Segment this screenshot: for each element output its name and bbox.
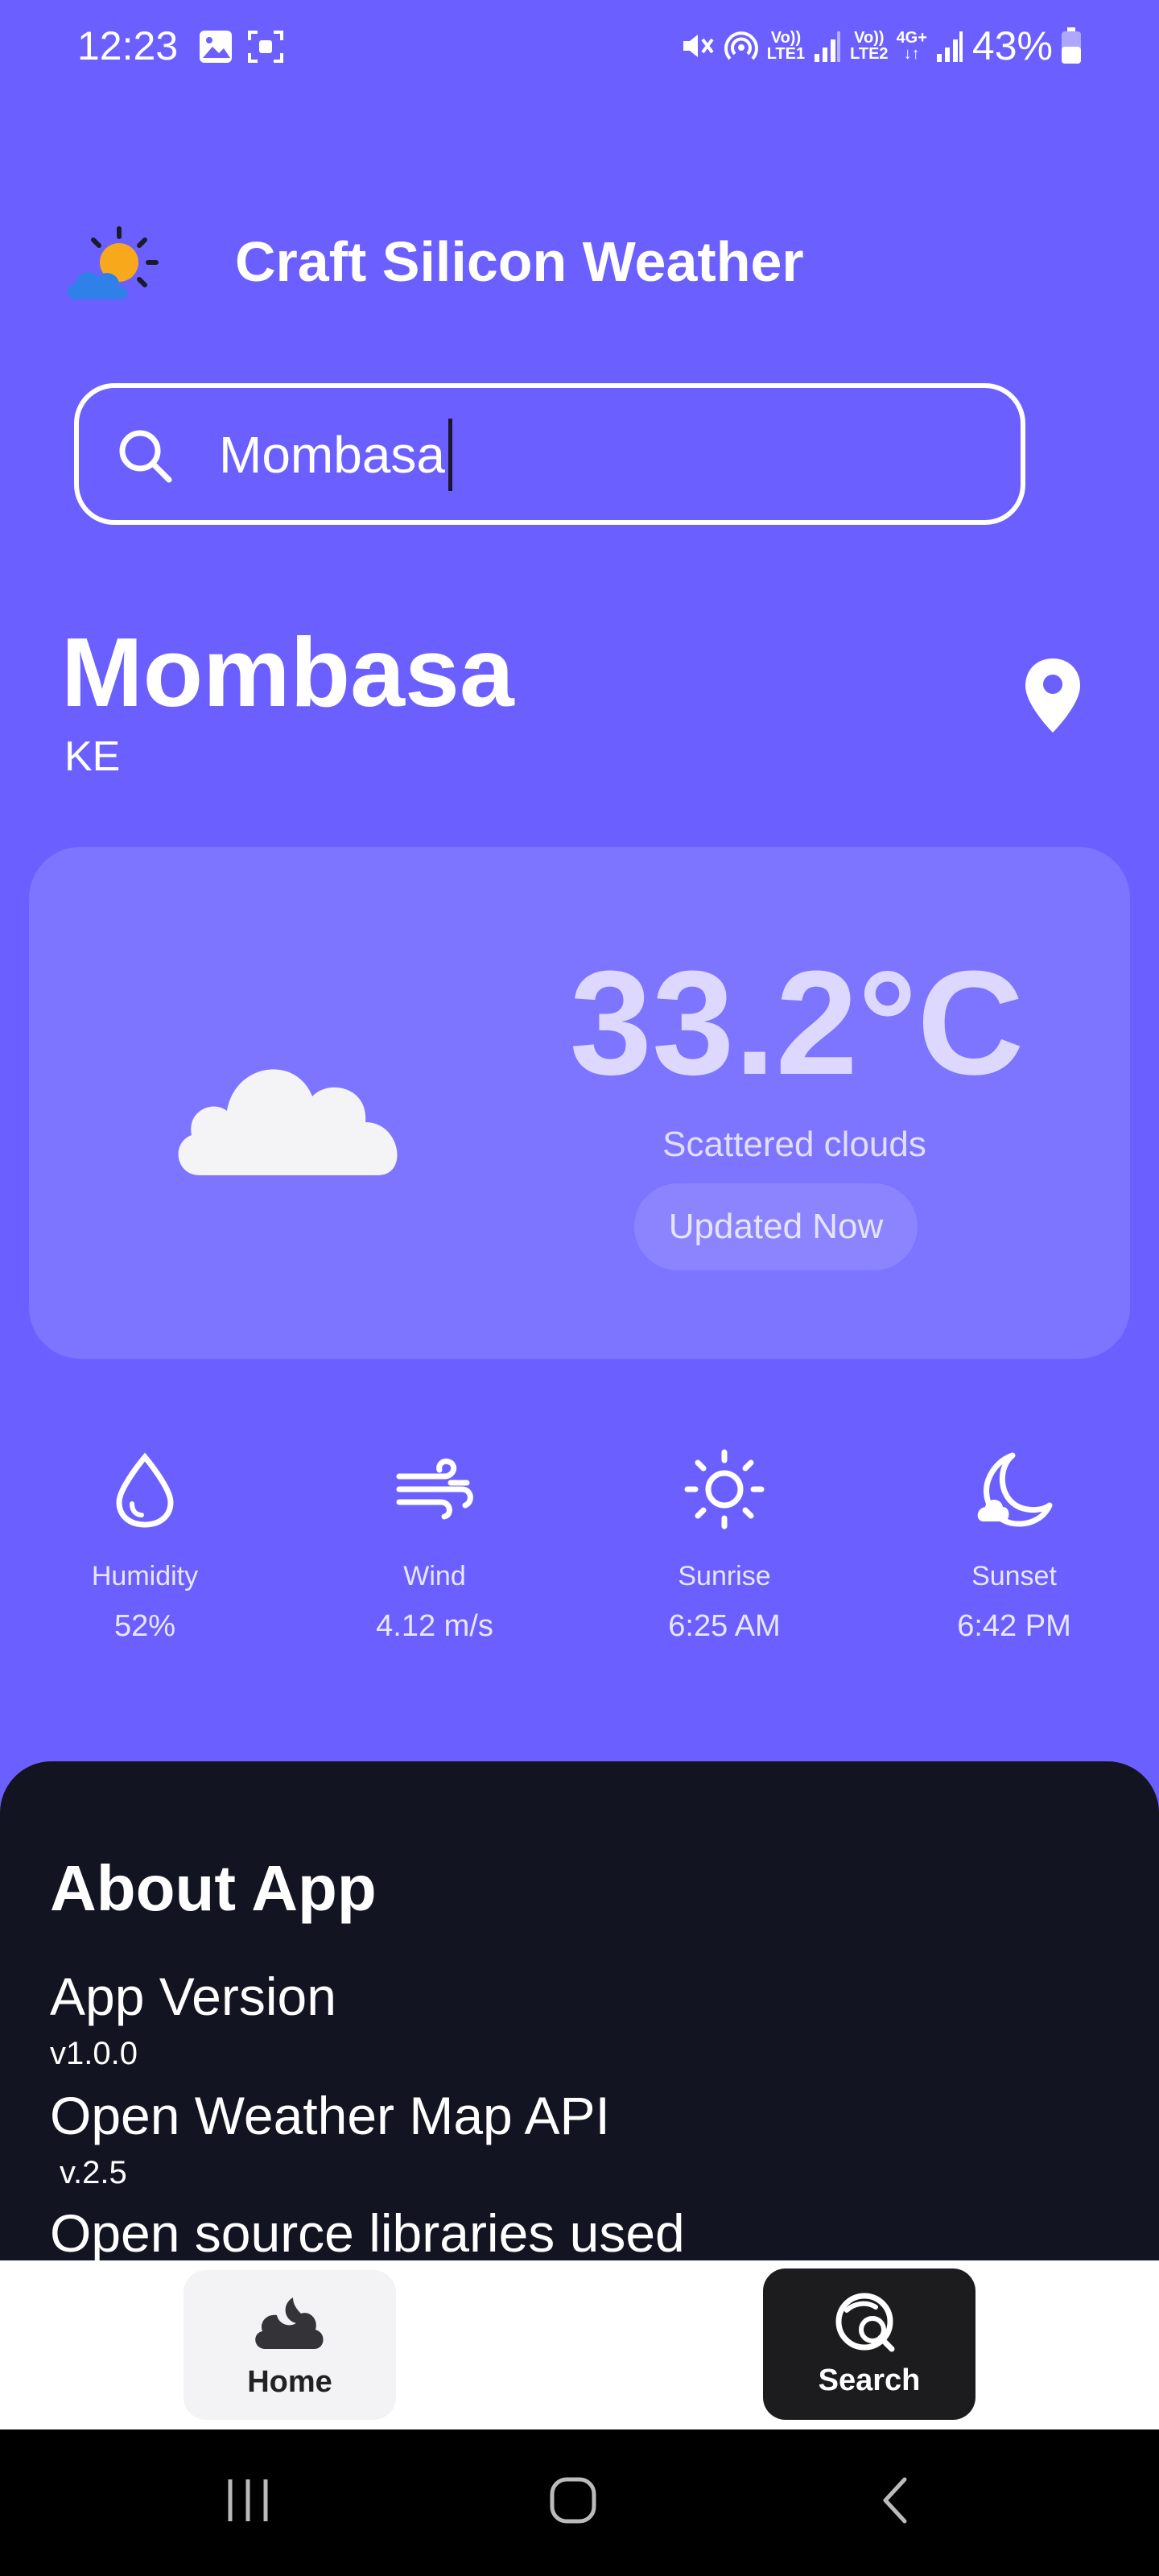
system-nav-bar bbox=[0, 2429, 1159, 2576]
hotspot-icon bbox=[724, 31, 758, 60]
stat-value: 6:42 PM bbox=[957, 1609, 1071, 1643]
stat-value: 4.12 m/s bbox=[376, 1609, 493, 1643]
nav-home-button[interactable]: Home bbox=[184, 2270, 396, 2420]
signal2-icon bbox=[936, 31, 963, 62]
wind-icon bbox=[396, 1458, 473, 1520]
text-caret bbox=[448, 419, 452, 491]
home-cloud-icon bbox=[255, 2297, 324, 2349]
app-title: Craft Silicon Weather bbox=[235, 230, 804, 293]
stat-value: 52% bbox=[113, 1609, 176, 1643]
stat-sunset: Sunset 6:42 PM bbox=[901, 1449, 1127, 1645]
stat-sunrise: Sunrise 6:25 AM bbox=[612, 1449, 837, 1645]
search-weather-icon bbox=[835, 2293, 895, 2352]
stat-label: Sunrise bbox=[678, 1561, 771, 1591]
gallery-icon bbox=[200, 31, 232, 63]
nav-search-button[interactable]: Search bbox=[763, 2268, 975, 2420]
home-system-icon[interactable] bbox=[547, 2475, 599, 2526]
about-title: About App bbox=[50, 1852, 377, 1924]
search-input-value[interactable]: Mombasa bbox=[219, 419, 452, 491]
search-input[interactable] bbox=[74, 383, 1025, 525]
nav-search-label: Search bbox=[818, 2363, 921, 2397]
status-right: Vo)) LTE1 Vo)) LTE2 4G+ ↓↑ 43% bbox=[680, 23, 1082, 69]
sun-icon bbox=[684, 1449, 765, 1530]
screen-capture-icon bbox=[248, 31, 283, 63]
api-label: Open Weather Map API bbox=[50, 2086, 610, 2145]
nav-home-label: Home bbox=[247, 2365, 332, 2399]
status-time: 12:23 bbox=[77, 23, 179, 68]
sim1-label: Vo)) LTE1 bbox=[766, 29, 806, 63]
city-name: Mombasa bbox=[61, 617, 514, 727]
stat-wind: Wind 4.12 m/s bbox=[322, 1449, 547, 1645]
country-code: KE bbox=[64, 733, 121, 780]
back-icon[interactable] bbox=[871, 2475, 922, 2526]
api-value: v.2.5 bbox=[60, 2155, 127, 2190]
sim2-label: Vo)) LTE2 bbox=[850, 29, 889, 63]
mute-icon bbox=[683, 35, 714, 57]
network-type: 4G+ ↓↑ bbox=[896, 29, 927, 63]
battery-icon bbox=[1062, 27, 1081, 64]
stat-label: Humidity bbox=[91, 1561, 199, 1591]
updated-badge: Updated Now bbox=[634, 1183, 918, 1270]
moon-cloud-icon bbox=[977, 1452, 1053, 1527]
weather-description: Scattered clouds bbox=[662, 1125, 926, 1164]
signal1-icon bbox=[815, 31, 841, 62]
recent-apps-icon[interactable] bbox=[222, 2475, 274, 2526]
location-pin-icon[interactable] bbox=[1021, 655, 1085, 736]
sun-cloud-icon bbox=[68, 226, 159, 299]
status-bar: 12:23 Vo)) LTE1 Vo)) LTE2 4G+ ↓↑ 43% bbox=[0, 0, 1159, 105]
libraries-label: Open source libraries used bbox=[50, 2203, 685, 2260]
search-icon bbox=[119, 430, 172, 483]
battery-percent: 43% bbox=[971, 23, 1053, 68]
stat-humidity: Humidity 52% bbox=[32, 1449, 258, 1645]
stat-label: Sunset bbox=[971, 1561, 1057, 1591]
stat-label: Wind bbox=[403, 1561, 466, 1591]
stat-value: 6:25 AM bbox=[668, 1609, 781, 1643]
cloud-icon bbox=[178, 1069, 398, 1175]
app-version-label: App Version bbox=[50, 1967, 336, 2026]
app-version-value: v1.0.0 bbox=[50, 2036, 138, 2071]
droplet-icon bbox=[116, 1452, 174, 1528]
temperature: 33.2°C bbox=[569, 939, 1025, 1105]
bottom-nav bbox=[0, 2260, 1159, 2429]
